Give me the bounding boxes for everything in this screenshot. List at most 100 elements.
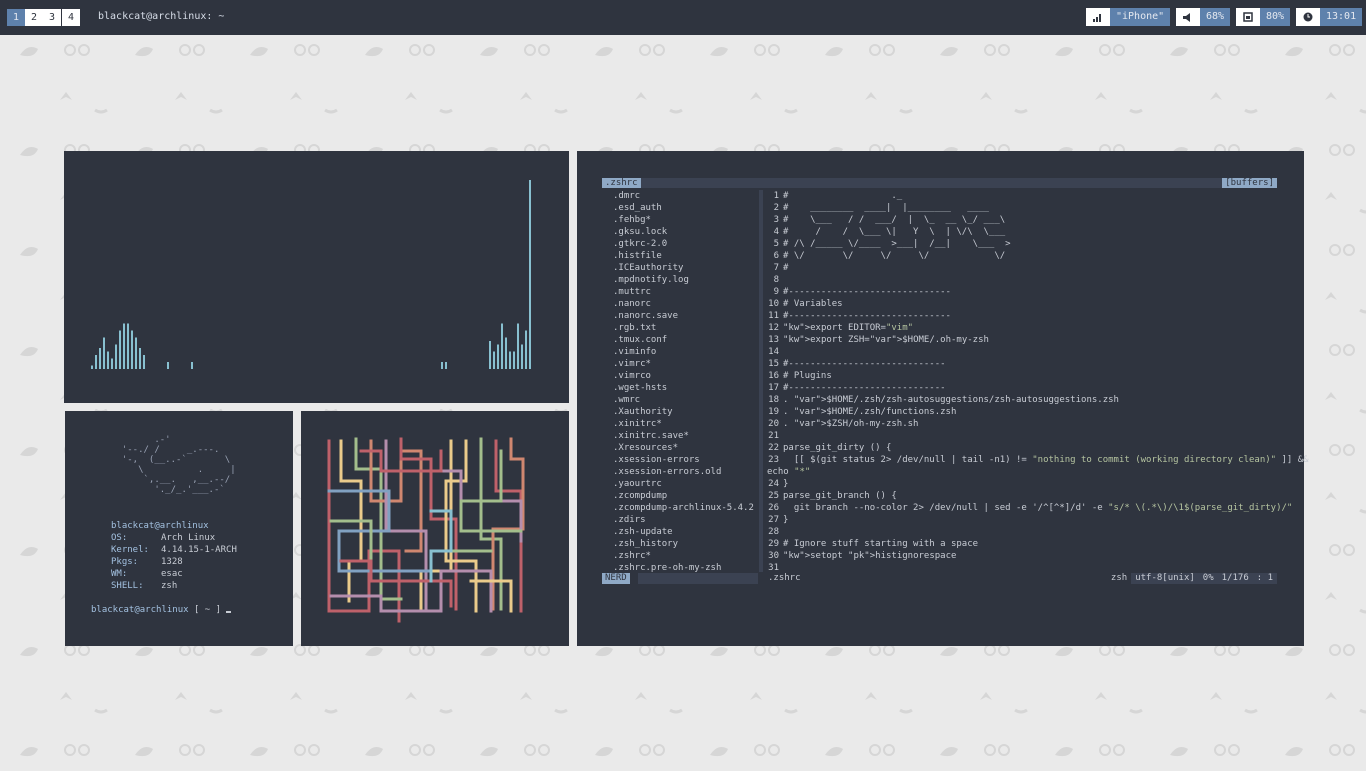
nerdtree-file-item[interactable]: .nanorc <box>613 298 651 310</box>
terminal-fetch-window[interactable]: .-' '--./ / _.---. '-, (__..-` \ \ . | `… <box>65 411 293 646</box>
nerdtree-file-item[interactable]: .mpdnotify.log <box>613 274 689 286</box>
fetch-key: Kernel: <box>111 545 149 555</box>
wifi-module[interactable]: "iPhone" <box>1086 8 1171 26</box>
nerdtree-file-item[interactable]: .yaourtrc <box>613 478 662 490</box>
line-number: 21 <box>768 431 779 441</box>
visualizer-bar <box>107 351 109 369</box>
signal-bars-icon <box>1086 8 1110 26</box>
visualizer-bar <box>441 362 443 369</box>
nerdtree-file-item[interactable]: .zcompdump <box>613 490 667 502</box>
pipes-screensaver-window[interactable] <box>301 411 569 646</box>
line-number: 23 <box>768 455 779 465</box>
workspace-4-button[interactable]: 4 <box>62 9 80 26</box>
line-number: 8 <box>773 275 779 285</box>
status-filename: .zshrc <box>768 573 801 583</box>
line-number: 22 <box>768 443 779 453</box>
volume-module[interactable]: 68% <box>1176 8 1231 26</box>
nerdtree-file-item[interactable]: .wget-hsts <box>613 382 667 394</box>
status-filetype: zsh <box>1110 573 1128 583</box>
visualizer-bar <box>135 337 137 369</box>
nerdtree-file-item[interactable]: .rgb.txt <box>613 322 656 334</box>
visualizer-bar <box>91 365 93 369</box>
nerdtree-file-item[interactable]: .xinitrc* <box>613 418 662 430</box>
nerdtree-file-item[interactable]: .zsh_history <box>613 538 678 550</box>
nerdtree-file-item[interactable]: .muttrc <box>613 286 651 298</box>
fetch-key: SHELL: <box>111 581 144 591</box>
visualizer-bar <box>191 362 193 369</box>
nerdtree-file-item[interactable]: .fehbg* <box>613 214 651 226</box>
nerdtree-file-item[interactable]: .dmrc <box>613 190 640 202</box>
line-number: 12 <box>768 323 779 333</box>
line-number: 3 <box>773 215 779 225</box>
vim-editor-window[interactable]: .zshrc [buffers] .dmrc .esd_auth .fehbg* .g… <box>577 151 1309 646</box>
code-line: parse_git_dirty () { <box>783 443 892 453</box>
shell-prompt[interactable]: blackcat@archlinux [ ~ ] <box>91 605 232 615</box>
status-column: : 1 <box>1252 573 1277 584</box>
nerdtree-file-item[interactable]: .histfile <box>613 250 662 262</box>
code-line: . "var">$ZSH/oh-my-zsh.sh <box>783 419 919 429</box>
battery-module: 80% <box>1236 8 1291 26</box>
line-number: 11 <box>768 311 779 321</box>
workspace-2-button[interactable]: 2 <box>25 9 43 26</box>
arch-ascii-art: .-' '--./ / _.---. '-, (__..-` \ \ . | `… <box>121 435 236 495</box>
status-encoding: utf-8[unix] <box>1131 573 1199 584</box>
nerdtree-file-item[interactable]: .zdirs <box>613 514 646 526</box>
fetch-value: 1328 <box>161 557 183 567</box>
nerdtree-file-item[interactable]: .vimrco <box>613 370 651 382</box>
visualizer-bar <box>115 344 117 369</box>
audio-visualizer-window[interactable] <box>64 151 569 403</box>
visualizer-bar <box>445 362 447 369</box>
volume-level: 68% <box>1200 8 1231 26</box>
visualizer-bar <box>139 348 141 369</box>
code-line: # ________ ____| |________ ____ <box>783 203 989 213</box>
nerdtree-file-item[interactable]: .xsession-errors.old <box>613 466 721 478</box>
visualizer-bar <box>517 323 519 369</box>
vim-statusline: NERD .zshrc zsh utf-8[unix] 0% 1/176 : 1 <box>602 573 1277 584</box>
nerdtree-file-item[interactable]: .xinitrc.save* <box>613 430 689 442</box>
workspace-3-button[interactable]: 3 <box>43 9 61 26</box>
nerdtree-file-list[interactable]: .dmrc .esd_auth .fehbg* .gksu.lock .gtkrc-2.… <box>602 190 757 573</box>
nerdtree-file-item[interactable]: .tmux.conf <box>613 334 667 346</box>
clock-time: 13:01 <box>1320 8 1363 26</box>
workspace-1-button[interactable]: 1 <box>7 9 25 26</box>
nerdtree-file-item[interactable]: .Xresources* <box>613 442 678 454</box>
nerdtree-file-item[interactable]: .vimrc* <box>613 358 651 370</box>
visualizer-bar <box>111 358 113 369</box>
speaker-icon <box>1176 8 1200 26</box>
nerdtree-file-item[interactable]: .zcompdump-archlinux-5.4.2 <box>613 502 754 514</box>
line-number: 19 <box>768 407 779 417</box>
visualizer-bar <box>95 355 97 369</box>
nerdtree-file-item[interactable]: .wmrc <box>613 394 640 406</box>
visualizer-bar <box>513 351 515 369</box>
code-buffer[interactable]: 1 # ._ 2 # ________ ____| |________ ____ 3 # … <box>767 190 1309 573</box>
code-line: } <box>783 479 789 489</box>
nerdtree-file-item[interactable]: .Xauthority <box>613 406 673 418</box>
nerdtree-file-item[interactable]: .zshrc* <box>613 550 651 562</box>
nerdtree-file-item[interactable]: .xsession-errors <box>613 454 700 466</box>
line-number: 28 <box>768 527 779 537</box>
nerdtree-file-item[interactable]: .esd_auth <box>613 202 662 214</box>
fetch-key: Pkgs: <box>111 557 139 567</box>
code-line: #----------------------------- <box>783 383 946 393</box>
visualizer-bars <box>91 180 531 369</box>
line-number: 5 <box>773 239 779 249</box>
nerdtree-file-item[interactable]: .zsh-update <box>613 526 673 538</box>
code-line: "kw">setopt "pk">histignorespace <box>783 551 957 561</box>
nerdtree-file-item[interactable]: .ICEauthority <box>613 262 683 274</box>
pipes-art <box>327 437 525 623</box>
visualizer-bar <box>521 344 523 369</box>
code-line: # Plugins <box>783 371 832 381</box>
buffers-indicator[interactable]: [buffers] <box>1222 178 1277 188</box>
line-number: 17 <box>768 383 779 393</box>
nerdtree-file-item[interactable]: .nanorc.save <box>613 310 678 322</box>
nerdtree-status-fill <box>638 573 758 584</box>
visualizer-bar <box>497 344 499 369</box>
battery-level: 80% <box>1260 8 1291 26</box>
code-line: #------------------------------ <box>783 287 951 297</box>
code-line: "kw">export EDITOR="vim" <box>783 323 914 333</box>
visualizer-bar <box>167 362 169 369</box>
nerdtree-file-item[interactable]: .viminfo <box>613 346 656 358</box>
nerdtree-file-item[interactable]: .gtkrc-2.0 <box>613 238 667 250</box>
tab-zshrc[interactable]: .zshrc <box>602 178 641 188</box>
nerdtree-file-item[interactable]: .gksu.lock <box>613 226 667 238</box>
